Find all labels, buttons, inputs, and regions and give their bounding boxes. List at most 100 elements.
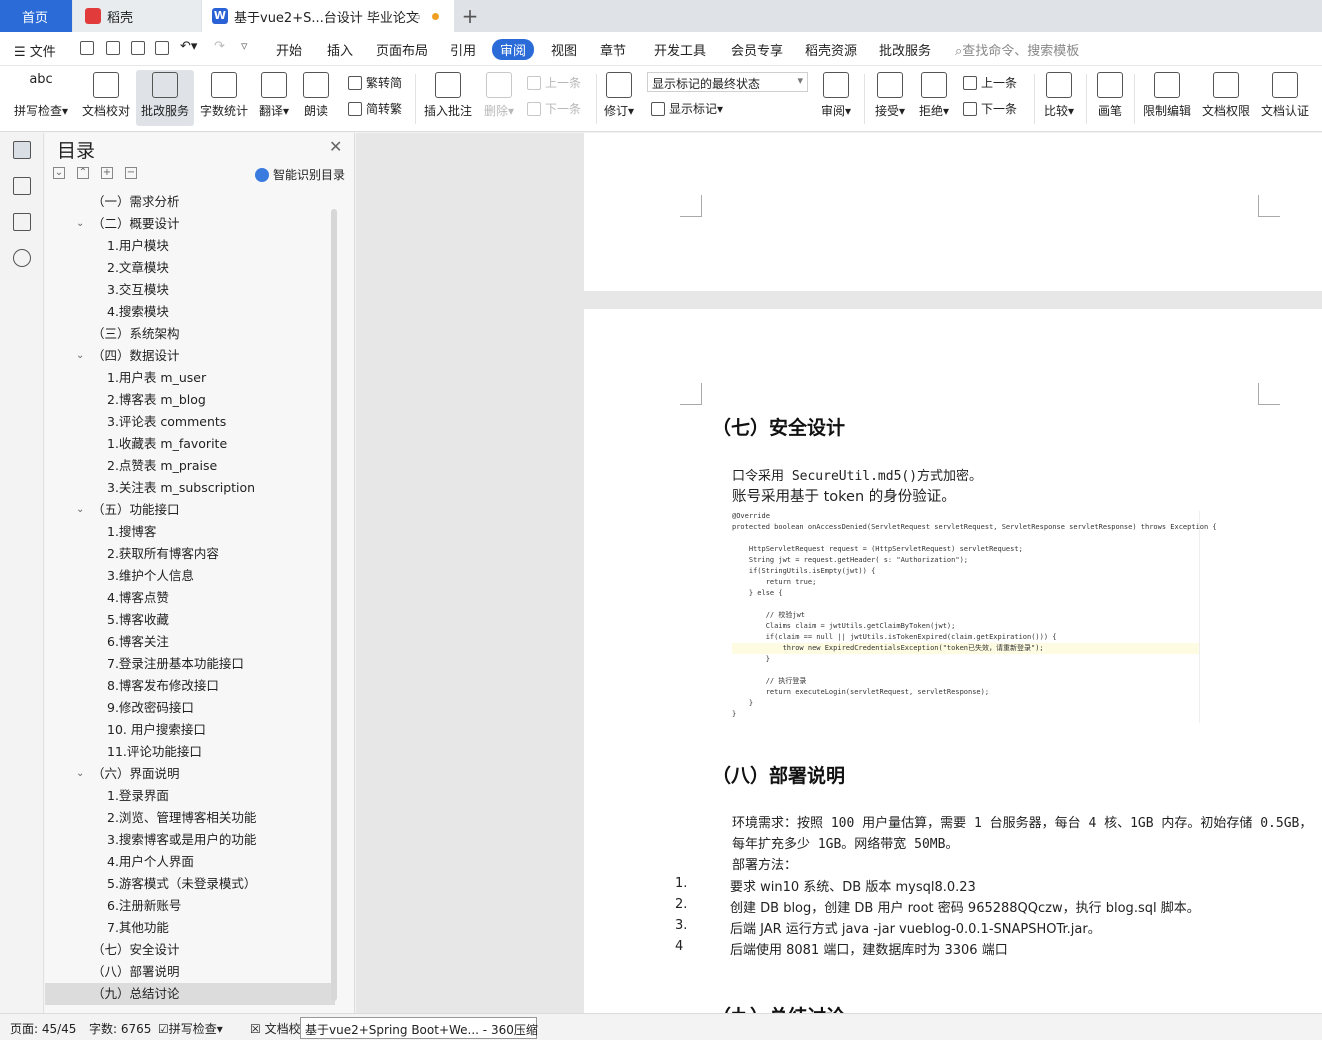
toc-item[interactable]: 1.用户表 m_user	[45, 367, 335, 389]
prev-change-button[interactable]: 上一条	[963, 74, 1017, 91]
toc-item[interactable]: 2.点赞表 m_praise	[45, 455, 335, 477]
prev-comment-button[interactable]: 上一条	[527, 74, 581, 91]
insert-comment-button[interactable]: 插入批注	[422, 70, 474, 126]
toc-item[interactable]: 3.搜索博客或是用户的功能	[45, 829, 335, 851]
menu-reference[interactable]: 引用	[450, 40, 476, 59]
navigation-icon[interactable]	[13, 177, 31, 195]
document-area[interactable]: （七）安全设计 口令采用 SecureUtil.md5()方式加密。 账号采用基…	[356, 133, 1322, 1013]
to-simplified-button[interactable]: 简转繁	[348, 100, 402, 117]
redo-icon[interactable]: ↷	[214, 39, 225, 54]
toc-scrollbar[interactable]	[331, 209, 337, 1001]
toc-item[interactable]: 7.登录注册基本功能接口	[45, 653, 335, 675]
review-pane-button[interactable]: 审阅▾	[817, 70, 855, 126]
read-aloud-button[interactable]: 朗读	[298, 70, 334, 126]
toc-item[interactable]: 2.浏览、管理博客相关功能	[45, 807, 335, 829]
toc-item[interactable]: 3.维护个人信息	[45, 565, 335, 587]
doc-permission-button[interactable]: 文档权限	[1199, 70, 1253, 126]
remove-level-icon[interactable]: −	[125, 167, 137, 179]
markup-mode-select[interactable]: 显示标记的最终状态	[647, 72, 808, 92]
pen-button[interactable]: 画笔	[1092, 70, 1128, 126]
toc-item[interactable]: 2.获取所有博客内容	[45, 543, 335, 565]
toc-item[interactable]: 1.用户模块	[45, 235, 335, 257]
smart-toc-button[interactable]: 智能识别目录	[255, 166, 345, 183]
collapse-all-icon[interactable]: ⌄	[53, 167, 65, 179]
next-change-button[interactable]: 下一条	[963, 100, 1017, 117]
quick-access-dropdown-icon[interactable]: ▿	[241, 39, 248, 54]
close-icon[interactable]: ✕	[329, 137, 342, 156]
toc-item[interactable]: 3.交互模块	[45, 279, 335, 301]
toc-item[interactable]: （一）需求分析	[45, 191, 335, 213]
to-traditional-button[interactable]: 繁转简	[348, 74, 402, 91]
doc-check-status[interactable]: ☒ 文档校	[250, 1020, 301, 1037]
toc-item[interactable]: 11.评论功能接口	[45, 741, 335, 763]
toc-item[interactable]: 4.搜索模块	[45, 301, 335, 323]
toc-item[interactable]: 6.注册新账号	[45, 895, 335, 917]
toc-item[interactable]: 4.博客点赞	[45, 587, 335, 609]
find-icon[interactable]	[13, 249, 31, 267]
toc-item[interactable]: （九）总结讨论	[45, 983, 335, 1005]
doc-certify-button[interactable]: 文档认证	[1258, 70, 1312, 126]
reject-button[interactable]: 拒绝▾	[915, 70, 953, 126]
toc-item[interactable]: 10. 用户搜索接口	[45, 719, 335, 741]
toc-item[interactable]: 7.其他功能	[45, 917, 335, 939]
print-icon[interactable]	[131, 41, 145, 55]
word-count-button[interactable]: 字数统计	[197, 70, 251, 126]
toc-item[interactable]: 5.游客模式（未登录模式）	[45, 873, 335, 895]
toc-item[interactable]: 8.博客发布修改接口	[45, 675, 335, 697]
chevron-down-icon[interactable]: ⌄	[76, 763, 84, 785]
toc-item[interactable]: 1.收藏表 m_favorite	[45, 433, 335, 455]
toc-item[interactable]: 2.文章模块	[45, 257, 335, 279]
toc-item[interactable]: 6.博客关注	[45, 631, 335, 653]
undo-icon[interactable]: ↶▾	[180, 39, 197, 54]
toc-item[interactable]: （七）安全设计	[45, 939, 335, 961]
toc-panel-icon[interactable]	[13, 141, 31, 159]
menu-member[interactable]: 会员专享	[731, 40, 783, 59]
delete-comment-button[interactable]: 删除▾	[480, 70, 518, 126]
toc-item[interactable]: ⌄ （二）概要设计	[45, 213, 335, 235]
save-icon[interactable]	[80, 41, 94, 55]
translate-button[interactable]: 翻译▾	[255, 70, 293, 126]
menu-revise-service[interactable]: 批改服务	[879, 40, 931, 59]
toc-item[interactable]: 3.关注表 m_subscription	[45, 477, 335, 499]
menu-page-layout[interactable]: 页面布局	[376, 40, 428, 59]
toc-item[interactable]: 5.博客收藏	[45, 609, 335, 631]
doc-check-button[interactable]: 文档校对	[78, 70, 134, 126]
toc-item[interactable]: 1.搜博客	[45, 521, 335, 543]
menu-insert[interactable]: 插入	[327, 40, 353, 59]
menu-review[interactable]: 审阅	[492, 39, 535, 60]
show-markup-button[interactable]: 显示标记 ▾	[651, 100, 723, 117]
toc-item[interactable]: ⌄ （四）数据设计	[45, 345, 335, 367]
add-level-icon[interactable]: +	[101, 167, 113, 179]
page-count[interactable]: 页面: 45/45	[10, 1020, 76, 1037]
toc-item[interactable]: ⌄ （五）功能接口	[45, 499, 335, 521]
compare-button[interactable]: 比较▾	[1040, 70, 1078, 126]
spell-check-status[interactable]: ☑拼写检查▾	[158, 1020, 223, 1037]
chevron-down-icon[interactable]: ⌄	[76, 499, 84, 521]
export-pdf-icon[interactable]	[106, 41, 120, 55]
chevron-down-icon[interactable]: ⌄	[76, 345, 84, 367]
next-comment-button[interactable]: 下一条	[527, 100, 581, 117]
screen-icon[interactable]: ▭	[410, 10, 420, 23]
tab-daoke[interactable]: 稻壳	[73, 0, 201, 32]
menu-chapter[interactable]: 章节	[600, 40, 626, 59]
bookmark-icon[interactable]	[13, 213, 31, 231]
toc-item[interactable]: 4.用户个人界面	[45, 851, 335, 873]
accept-button[interactable]: 接受▾	[871, 70, 909, 126]
track-changes-button[interactable]: 修订▾	[601, 70, 637, 126]
chevron-down-icon[interactable]: ⌄	[76, 213, 84, 235]
menu-start[interactable]: 开始	[276, 40, 302, 59]
revise-service-button[interactable]: 批改服务	[136, 70, 194, 126]
expand-up-icon[interactable]: ⌃	[77, 167, 89, 179]
print-preview-icon[interactable]	[155, 41, 169, 55]
spell-check-button[interactable]: abc 拼写检查▾	[10, 70, 72, 126]
menu-view[interactable]: 视图	[551, 40, 577, 59]
word-count-status[interactable]: 字数: 6765	[89, 1020, 151, 1037]
menu-developer[interactable]: 开发工具	[654, 40, 706, 59]
toc-item[interactable]: 1.登录界面	[45, 785, 335, 807]
file-menu[interactable]: ☰ 文件	[14, 41, 56, 60]
new-tab-plus-icon[interactable]: +	[458, 4, 482, 28]
toc-item[interactable]: 2.博客表 m_blog	[45, 389, 335, 411]
restrict-edit-button[interactable]: 限制编辑	[1140, 70, 1194, 126]
toc-item[interactable]: 3.评论表 comments	[45, 411, 335, 433]
command-search[interactable]: ⌕查找命令、搜索模板	[955, 40, 1079, 59]
